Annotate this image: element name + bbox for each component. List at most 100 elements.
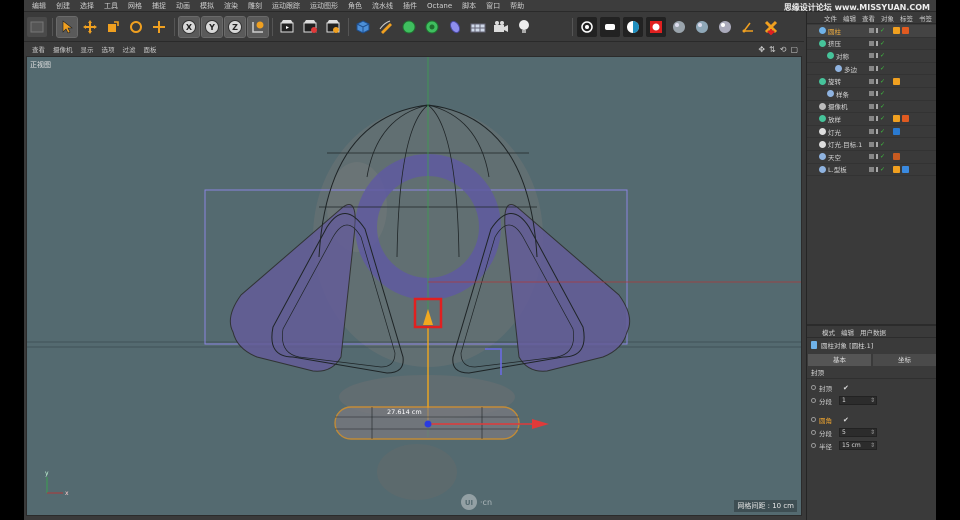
object-row[interactable]: L.型板 ✓: [807, 164, 936, 177]
menu-item-14[interactable]: 插件: [398, 1, 422, 11]
deformer-icon[interactable]: [445, 17, 465, 37]
world-coord-icon[interactable]: [247, 16, 269, 38]
object-row[interactable]: 样条 ✓: [807, 88, 936, 101]
object-tab-5[interactable]: 书签: [916, 13, 935, 23]
object-row[interactable]: 灯光 ✓: [807, 126, 936, 139]
attribute-tab-1[interactable]: 编辑: [838, 327, 857, 337]
view-menu-item-0[interactable]: 查看: [28, 44, 49, 54]
select-arrow-icon[interactable]: [56, 16, 78, 38]
light-icon[interactable]: [514, 17, 534, 37]
pan-icon[interactable]: ✥: [758, 45, 765, 54]
animate-radio-icon[interactable]: [811, 430, 816, 435]
rotate-icon[interactable]: [126, 17, 146, 37]
octane-split-icon[interactable]: [623, 17, 643, 37]
material-sphere-icon[interactable]: [669, 17, 689, 37]
menu-item-5[interactable]: 捕捉: [147, 1, 171, 11]
menu-item-6[interactable]: 动画: [171, 1, 195, 11]
cloner-icon[interactable]: [422, 17, 442, 37]
object-tab-2[interactable]: 查看: [859, 13, 878, 23]
undo-icon[interactable]: [27, 17, 47, 37]
visibility-flags[interactable]: ✓: [869, 166, 885, 173]
visibility-flags[interactable]: ✓: [869, 90, 885, 97]
menu-item-2[interactable]: 选择: [75, 1, 99, 11]
render-view-icon[interactable]: [277, 17, 297, 37]
property-value-field[interactable]: 15 cm: [839, 441, 877, 450]
animate-radio-icon[interactable]: [811, 417, 816, 422]
view-menu-item-1[interactable]: 摄像机: [49, 44, 77, 54]
object-tags[interactable]: [893, 128, 900, 136]
menu-item-9[interactable]: 雕刻: [243, 1, 267, 11]
menu-item-3[interactable]: 工具: [99, 1, 123, 11]
attribute-subtab-1[interactable]: 坐标: [873, 354, 936, 366]
pen-icon[interactable]: [376, 17, 396, 37]
attribute-tab-0[interactable]: 模式: [819, 327, 838, 337]
z-axis-icon[interactable]: Z: [224, 16, 246, 38]
object-tab-4[interactable]: 标签: [897, 13, 916, 23]
move-icon[interactable]: [80, 17, 100, 37]
visibility-flags[interactable]: ✓: [869, 40, 885, 47]
view-menu-item-3[interactable]: 选项: [98, 44, 119, 54]
object-row[interactable]: 多边 ✓: [807, 63, 936, 76]
visibility-flags[interactable]: ✓: [869, 141, 885, 148]
visibility-flags[interactable]: ✓: [869, 78, 885, 85]
y-axis-icon[interactable]: Y: [201, 16, 223, 38]
material-sphere2-icon[interactable]: [692, 17, 712, 37]
object-row[interactable]: 放样 ✓: [807, 113, 936, 126]
cube-icon[interactable]: [353, 17, 373, 37]
visibility-flags[interactable]: ✓: [869, 115, 885, 122]
menu-item-8[interactable]: 渲染: [219, 1, 243, 11]
property-checkbox[interactable]: ✔: [843, 416, 849, 424]
object-tab-0[interactable]: 文件: [821, 13, 840, 23]
object-row[interactable]: 摄像机 ✓: [807, 101, 936, 114]
attribute-tab-2[interactable]: 用户数据: [857, 327, 889, 337]
object-row[interactable]: 挤压 ✓: [807, 38, 936, 51]
gizmo-center[interactable]: [424, 420, 432, 428]
render-settings-icon[interactable]: [323, 17, 343, 37]
object-row[interactable]: 灯光.目标.1 ✓: [807, 138, 936, 151]
property-value-field[interactable]: 5: [839, 428, 877, 437]
menu-item-17[interactable]: 窗口: [481, 1, 505, 11]
object-tags[interactable]: [893, 27, 909, 35]
menu-item-15[interactable]: Octane: [422, 2, 457, 10]
menu-item-10[interactable]: 运动跟踪: [267, 1, 305, 11]
visibility-flags[interactable]: ✓: [869, 128, 885, 135]
menu-item-0[interactable]: 编辑: [27, 1, 51, 11]
object-row[interactable]: 对称 ✓: [807, 50, 936, 63]
visibility-flags[interactable]: ✓: [869, 65, 885, 72]
render-red-icon[interactable]: [761, 17, 781, 37]
object-tab-3[interactable]: 对象: [878, 13, 897, 23]
object-tab-1[interactable]: 编辑: [840, 13, 859, 23]
render-picture-icon[interactable]: [300, 17, 320, 37]
orbit-icon[interactable]: ⟲: [780, 45, 787, 54]
object-tags[interactable]: [893, 165, 909, 173]
animate-radio-icon[interactable]: [811, 398, 816, 403]
camera-icon[interactable]: [491, 17, 511, 37]
menu-item-12[interactable]: 角色: [343, 1, 367, 11]
visibility-flags[interactable]: ✓: [869, 52, 885, 59]
zoom-icon[interactable]: ⇅: [769, 45, 776, 54]
front-viewport[interactable]: y x UI ·cn 正视图 27.614 cm 网格间距 : 10 cm: [26, 56, 802, 516]
property-checkbox[interactable]: ✔: [843, 384, 849, 392]
menu-item-16[interactable]: 脚本: [457, 1, 481, 11]
object-row[interactable]: 旋转 ✓: [807, 75, 936, 88]
gizmo-x-arrow[interactable]: [532, 419, 549, 429]
object-tags[interactable]: [893, 115, 909, 123]
floor-icon[interactable]: [468, 17, 488, 37]
axis-widget-icon[interactable]: [738, 17, 758, 37]
menu-item-11[interactable]: 运动图形: [305, 1, 343, 11]
visibility-flags[interactable]: ✓: [869, 103, 885, 110]
visibility-flags[interactable]: ✓: [869, 27, 885, 34]
octane-render-icon[interactable]: [646, 17, 666, 37]
scale-icon[interactable]: [103, 17, 123, 37]
octane-live-icon[interactable]: [577, 17, 597, 37]
menu-item-18[interactable]: 帮助: [505, 1, 529, 11]
x-axis-icon[interactable]: X: [178, 16, 200, 38]
menu-item-1[interactable]: 创建: [51, 1, 75, 11]
maximize-icon[interactable]: ▢: [790, 45, 798, 54]
object-row[interactable]: 圆柱 ✓: [807, 25, 936, 38]
animate-radio-icon[interactable]: [811, 443, 816, 448]
menu-item-13[interactable]: 流水线: [367, 1, 398, 11]
octane-env-icon[interactable]: [600, 17, 620, 37]
object-row[interactable]: 天空 ✓: [807, 151, 936, 164]
menu-item-7[interactable]: 模拟: [195, 1, 219, 11]
